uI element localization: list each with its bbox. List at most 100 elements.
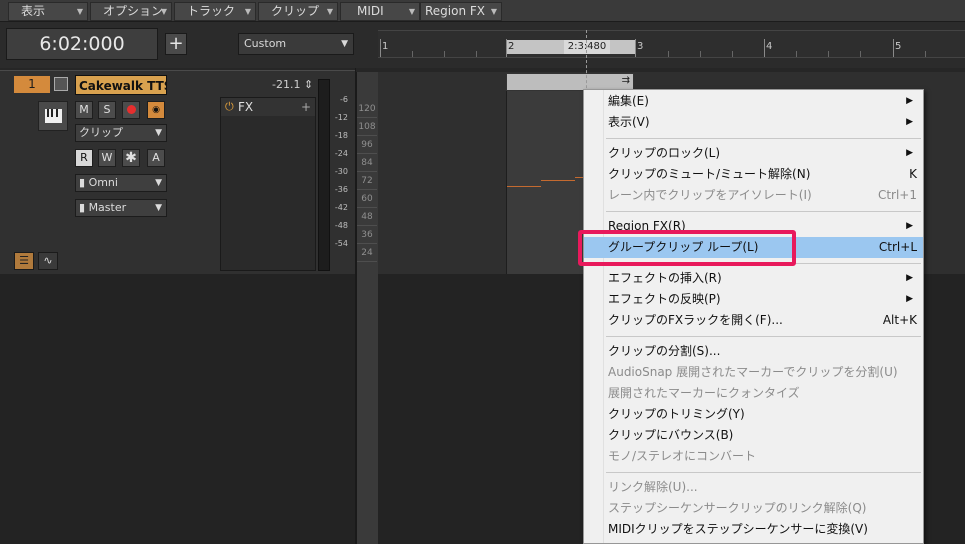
menu-view-label: 表示 (21, 4, 46, 18)
preset-dropdown[interactable]: Custom ▼ (238, 33, 354, 55)
menu-item-bounce-to-clip[interactable]: クリップにバウンス(B) (584, 425, 923, 446)
fx-label: FX (238, 100, 254, 114)
note-scale: 120 108 96 84 72 60 48 36 24 (356, 72, 378, 544)
track-number[interactable]: 1 (14, 76, 50, 93)
track-volume-value: -21.1 (272, 78, 301, 91)
menu-item-edit[interactable]: 編集(E) ▶ (584, 91, 923, 112)
midi-note[interactable] (507, 186, 541, 187)
menu-options[interactable]: オプション ▼ (90, 2, 172, 21)
clip-context-menu: 編集(E) ▶ 表示(V) ▶ クリップのロック(L) ▶ クリップのミュート/ミュー… (583, 89, 924, 544)
menu-midi[interactable]: MIDI ▼ (340, 2, 420, 21)
fx-bin[interactable]: ⏻ FX + (220, 97, 316, 271)
meter-scale-label: -54 (334, 239, 348, 248)
menu-item-shortcut: Ctrl+L (878, 240, 917, 254)
read-automation-button[interactable]: R (75, 149, 93, 167)
menu-item-split-clip[interactable]: クリップの分割(S)... (584, 341, 923, 362)
menu-item-label: AudioSnap 展開されたマーカーでクリップを分割(U) (608, 365, 898, 379)
menu-item-label: ステップシーケンサークリップのリンク解除(Q) (608, 501, 867, 515)
write-automation-button[interactable]: W (98, 149, 116, 167)
note-label: 36 (357, 226, 377, 244)
menu-item-label: リンク解除(U)... (608, 480, 698, 494)
mute-button[interactable]: M (75, 101, 93, 119)
menu-item-convert-step-seq[interactable]: MIDIクリップをステップシーケンサーに変換(V) (584, 519, 923, 540)
ruler-subtick (925, 51, 926, 57)
timeline-ruler[interactable]: 1 2 2:3:480 3 4 5 (378, 30, 965, 58)
menu-item-label: クリップのトリミング(Y) (608, 407, 745, 421)
menu-item-unlink-step-seq[interactable]: ステップシーケンサークリップのリンク解除(Q) (584, 498, 923, 519)
ruler-tick (764, 39, 765, 57)
note-label: 60 (357, 190, 377, 208)
menu-separator (606, 472, 921, 473)
volume-meter (318, 79, 330, 271)
fx-header: ⏻ FX + (221, 98, 315, 116)
solo-button[interactable]: S (98, 101, 116, 119)
archive-button[interactable]: A (147, 149, 165, 167)
input-port-icon: ▮ (79, 176, 89, 189)
input-dropdown[interactable]: ▮ Omni ▼ (75, 174, 167, 192)
menu-track[interactable]: トラック ▼ (174, 2, 256, 21)
menu-item-mono-stereo[interactable]: モノ/ステレオにコンバート (584, 446, 923, 467)
automation-toggle[interactable]: ∿ (38, 252, 58, 270)
menu-item-label: 表示(V) (608, 115, 650, 129)
chevron-down-icon: ▼ (244, 7, 251, 16)
menu-item-clip-lock[interactable]: クリップのロック(L) ▶ (584, 143, 923, 164)
ruler-subtick (796, 51, 797, 57)
clip-dropdown-value: クリップ (79, 126, 123, 139)
ruler-label-2: 2 (508, 41, 515, 52)
menu-bar: 表示 ▼ オプション ▼ トラック ▼ クリップ ▼ MIDI ▼ Region FX ▼ (0, 0, 965, 22)
record-icon (126, 105, 136, 114)
add-track-button[interactable]: + (165, 33, 187, 55)
chevron-down-icon: ▼ (155, 178, 162, 188)
ruler-subtick (860, 51, 861, 57)
submenu-arrow-icon: ▶ (906, 294, 913, 304)
submenu-arrow-icon: ▶ (906, 96, 913, 106)
track-header[interactable]: 1 Cakewalk TTS- -21.1 ⇕ M S ◉ クリップ▼ R W … (0, 70, 356, 274)
loop-icon[interactable]: ⇉ (622, 75, 630, 86)
power-icon[interactable]: ⏻ (225, 98, 234, 116)
midi-note[interactable] (541, 180, 575, 181)
meter-scale-label: -24 (334, 149, 348, 158)
menu-item-label: レーン内でクリップをアイソレート(I) (608, 188, 812, 202)
meter-scale-label: -42 (334, 203, 348, 212)
chevron-down-icon: ▼ (326, 7, 333, 16)
meter-scale-label: -36 (334, 185, 348, 194)
record-arm-button[interactable] (122, 101, 140, 119)
track-icon-toggle[interactable]: ☰ (14, 252, 34, 270)
note-label: 120 (357, 100, 377, 118)
menu-item-isolate-clip[interactable]: レーン内でクリップをアイソレート(I) Ctrl+1 (584, 185, 923, 206)
synth-keyboard-icon[interactable] (38, 101, 68, 131)
menu-separator (606, 138, 921, 139)
preset-value: Custom (244, 37, 287, 50)
freeze-button[interactable]: ✱ (122, 149, 140, 167)
menu-item-clip-mute[interactable]: クリップのミュート/ミュート解除(N) K (584, 164, 923, 185)
menu-item-label: 編集(E) (608, 94, 649, 108)
piano-keys-icon (45, 109, 62, 123)
output-port-icon: ▮ (79, 201, 89, 214)
time-display[interactable]: 6:02:000 (6, 28, 158, 60)
menu-separator (606, 336, 921, 337)
menu-item-quantize-markers[interactable]: 展開されたマーカーにクォンタイズ (584, 383, 923, 404)
menu-view[interactable]: 表示 ▼ (8, 2, 88, 21)
output-dropdown[interactable]: ▮ Master ▼ (75, 199, 167, 217)
meter-scale-label: -18 (334, 131, 348, 140)
input-echo-button[interactable]: ◉ (147, 101, 165, 119)
menu-clip[interactable]: クリップ ▼ (258, 2, 338, 21)
menu-item-audiosnap-split[interactable]: AudioSnap 展開されたマーカーでクリップを分割(U) (584, 362, 923, 383)
menu-item-shortcut: Alt+K (882, 313, 917, 327)
ruler-subtick (700, 51, 701, 57)
now-time-marker: 2:3:480 (564, 40, 610, 54)
menu-item-trim-clip[interactable]: クリップのトリミング(Y) (584, 404, 923, 425)
menu-item-unlink[interactable]: リンク解除(U)... (584, 477, 923, 498)
menu-item-open-fx-rack[interactable]: クリップのFXラックを開く(F)... Alt+K (584, 310, 923, 331)
add-fx-icon[interactable]: + (301, 98, 311, 116)
menu-region-fx[interactable]: Region FX ▼ (420, 2, 502, 21)
meter-scale-label: -6 (340, 95, 348, 104)
track-volume[interactable]: -21.1 ⇕ (272, 78, 313, 91)
clip-dropdown[interactable]: クリップ ▼ (75, 124, 167, 142)
menu-item-apply-effect[interactable]: エフェクトの反映(P) ▶ (584, 289, 923, 310)
ruler-subtick (668, 51, 669, 57)
track-name[interactable]: Cakewalk TTS- (75, 75, 167, 95)
menu-item-insert-effect[interactable]: エフェクトの挿入(R) ▶ (584, 268, 923, 289)
menu-item-view[interactable]: 表示(V) ▶ (584, 112, 923, 133)
ruler-label-1: 1 (382, 41, 389, 52)
